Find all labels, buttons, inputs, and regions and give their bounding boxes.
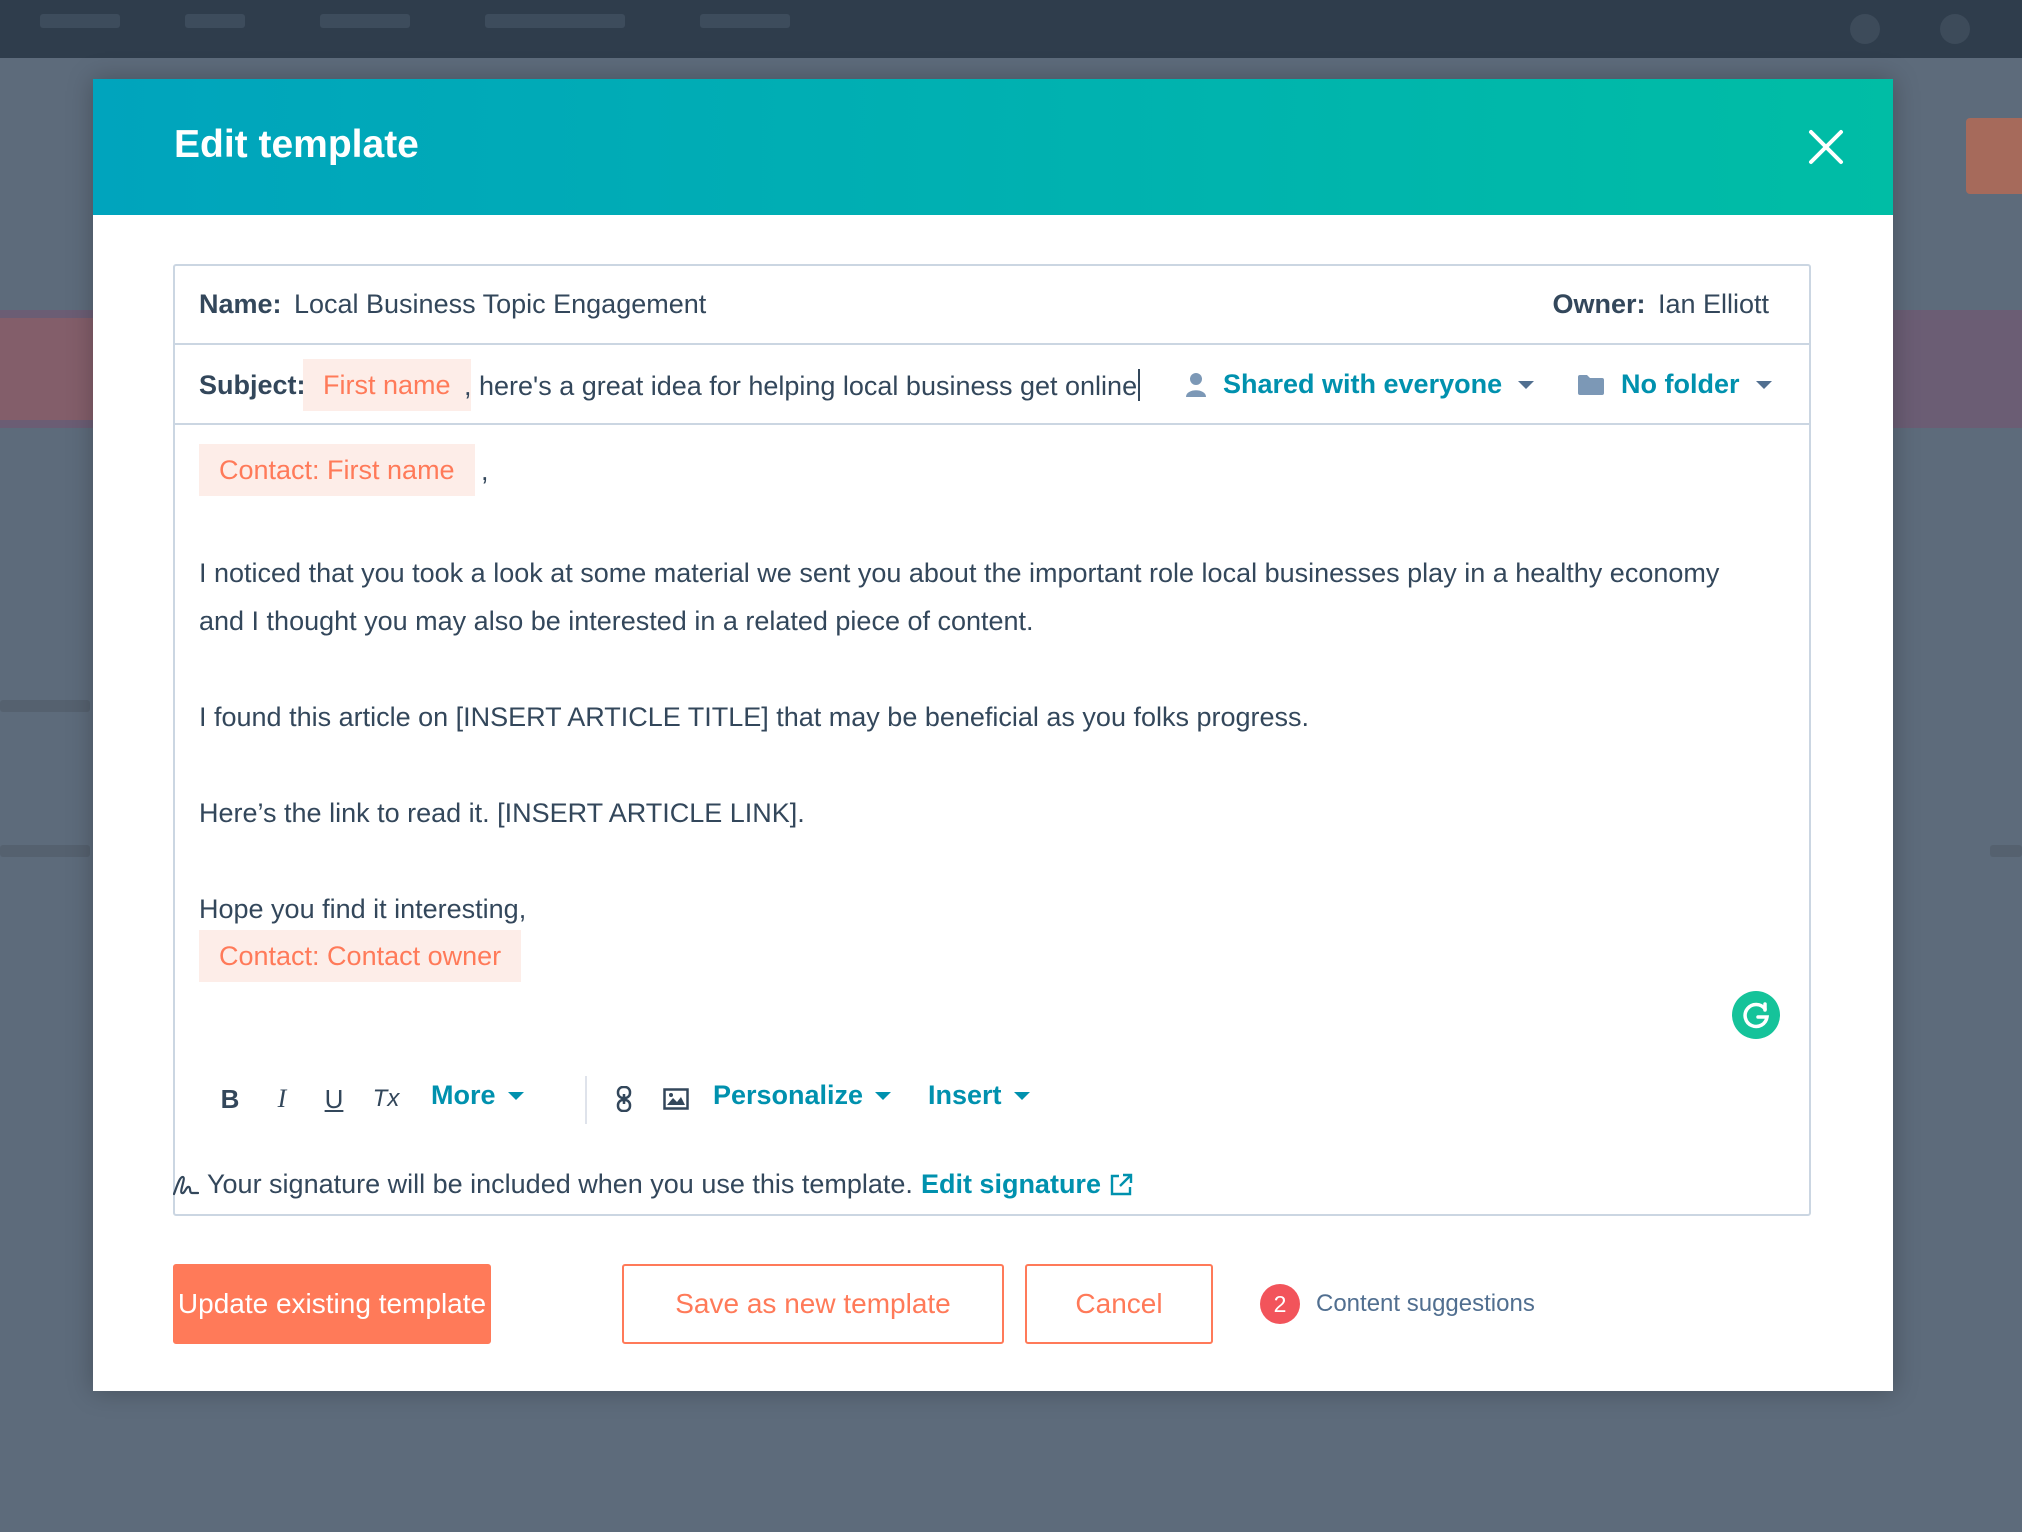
personalize-label: Personalize: [713, 1080, 864, 1110]
folder-icon: [1578, 374, 1604, 395]
image-icon: [663, 1088, 689, 1110]
chevron-down-icon: [1518, 380, 1535, 389]
body-line-4: Here’s the link to read it. [INSERT ARTI…: [199, 798, 805, 828]
background-nav-item: [700, 14, 790, 28]
italic-button[interactable]: I: [265, 1082, 299, 1116]
more-label: More: [431, 1080, 496, 1110]
body-line-1: I noticed that you took a look at some m…: [199, 558, 1720, 588]
contact-owner-token[interactable]: Contact: Contact owner: [199, 930, 522, 982]
modal-header: Edit template: [93, 79, 1893, 215]
grammarly-button[interactable]: [1732, 991, 1780, 1039]
image-button[interactable]: [659, 1082, 693, 1116]
edit-signature-link[interactable]: Edit signature: [921, 1169, 1101, 1200]
subject-label: Subject:: [199, 370, 306, 400]
background-action-button: [1966, 118, 2022, 194]
chevron-down-icon: [1755, 380, 1772, 389]
clear-format-button[interactable]: Tx: [369, 1082, 403, 1116]
template-name[interactable]: Name: Local Business Topic Engagement: [199, 289, 706, 320]
background-line: [0, 845, 90, 857]
background-nav-item: [185, 14, 245, 28]
toolbar-divider: [585, 1076, 587, 1124]
suggestions-count-badge: 2: [1260, 1284, 1300, 1324]
grammarly-icon: [1743, 1002, 1770, 1029]
signature-icon: [173, 1175, 199, 1195]
template-editor: Name: Local Business Topic Engagement Ow…: [173, 264, 1811, 1216]
chevron-down-icon: [1013, 1091, 1030, 1100]
underline-button[interactable]: U: [317, 1082, 351, 1116]
edit-template-modal: Edit template Name: Local Business Topic…: [93, 79, 1893, 1391]
chevron-down-icon: [507, 1091, 524, 1100]
sharing-label: Shared with everyone: [1223, 369, 1503, 399]
subject-text: , here's a great idea for helping local …: [464, 371, 1138, 401]
bold-button[interactable]: B: [213, 1082, 247, 1116]
folder-dropdown[interactable]: No folder: [1577, 369, 1772, 400]
contact-first-name-token[interactable]: Contact: First name: [199, 444, 475, 496]
sharing-dropdown[interactable]: Shared with everyone: [1185, 369, 1535, 400]
content-suggestions[interactable]: 2 Content suggestions: [1260, 1284, 1535, 1324]
suggestions-label: Content suggestions: [1316, 1290, 1535, 1317]
background-avatar: [1850, 14, 1880, 44]
body-line-2: and I thought you may also be interested…: [199, 606, 1034, 636]
chevron-down-icon: [875, 1091, 892, 1100]
link-icon: [616, 1086, 632, 1112]
close-button[interactable]: [1801, 122, 1851, 172]
background-nav-item: [485, 14, 625, 28]
subject-input[interactable]: , here's a great idea for helping local …: [464, 369, 1141, 402]
name-label: Name:: [199, 289, 282, 319]
close-icon: [1809, 130, 1843, 164]
background-line: [1990, 845, 2022, 857]
template-owner: Owner: Ian Elliott: [1552, 289, 1769, 320]
external-link-icon[interactable]: [1109, 1173, 1133, 1197]
background-line: [0, 700, 90, 712]
folder-label: No folder: [1621, 369, 1740, 399]
personalize-dropdown[interactable]: Personalize: [713, 1080, 892, 1111]
background-avatar: [1940, 14, 1970, 44]
owner-label: Owner:: [1552, 289, 1646, 319]
user-icon: [1186, 372, 1206, 397]
background-nav-item: [320, 14, 410, 28]
link-button[interactable]: [607, 1082, 641, 1116]
update-template-button[interactable]: Update existing template: [173, 1264, 491, 1344]
subject-row[interactable]: Subject: First name , here's a great ide…: [175, 345, 1809, 425]
modal-title: Edit template: [174, 123, 419, 166]
insert-dropdown[interactable]: Insert: [928, 1080, 1030, 1111]
signature-notice: Your signature will be included when you…: [173, 1169, 1133, 1200]
background-nav-item: [40, 14, 120, 28]
background-topbar: [0, 0, 2022, 58]
insert-label: Insert: [928, 1080, 1002, 1110]
owner-value: Ian Elliott: [1657, 289, 1769, 319]
name-row: Name: Local Business Topic Engagement Ow…: [175, 266, 1809, 345]
save-as-new-template-button[interactable]: Save as new template: [622, 1264, 1004, 1344]
greeting-comma: ,: [481, 456, 489, 486]
body-closing: Hope you find it interesting,: [199, 894, 527, 924]
text-caret: [1138, 369, 1141, 401]
name-value: Local Business Topic Engagement: [293, 289, 707, 319]
body-line-3: I found this article on [INSERT ARTICLE …: [199, 702, 1310, 732]
subject-first-name-token[interactable]: First name: [303, 359, 471, 411]
more-dropdown[interactable]: More: [431, 1080, 524, 1111]
cancel-button[interactable]: Cancel: [1025, 1264, 1213, 1344]
signature-text: Your signature will be included when you…: [207, 1169, 913, 1199]
